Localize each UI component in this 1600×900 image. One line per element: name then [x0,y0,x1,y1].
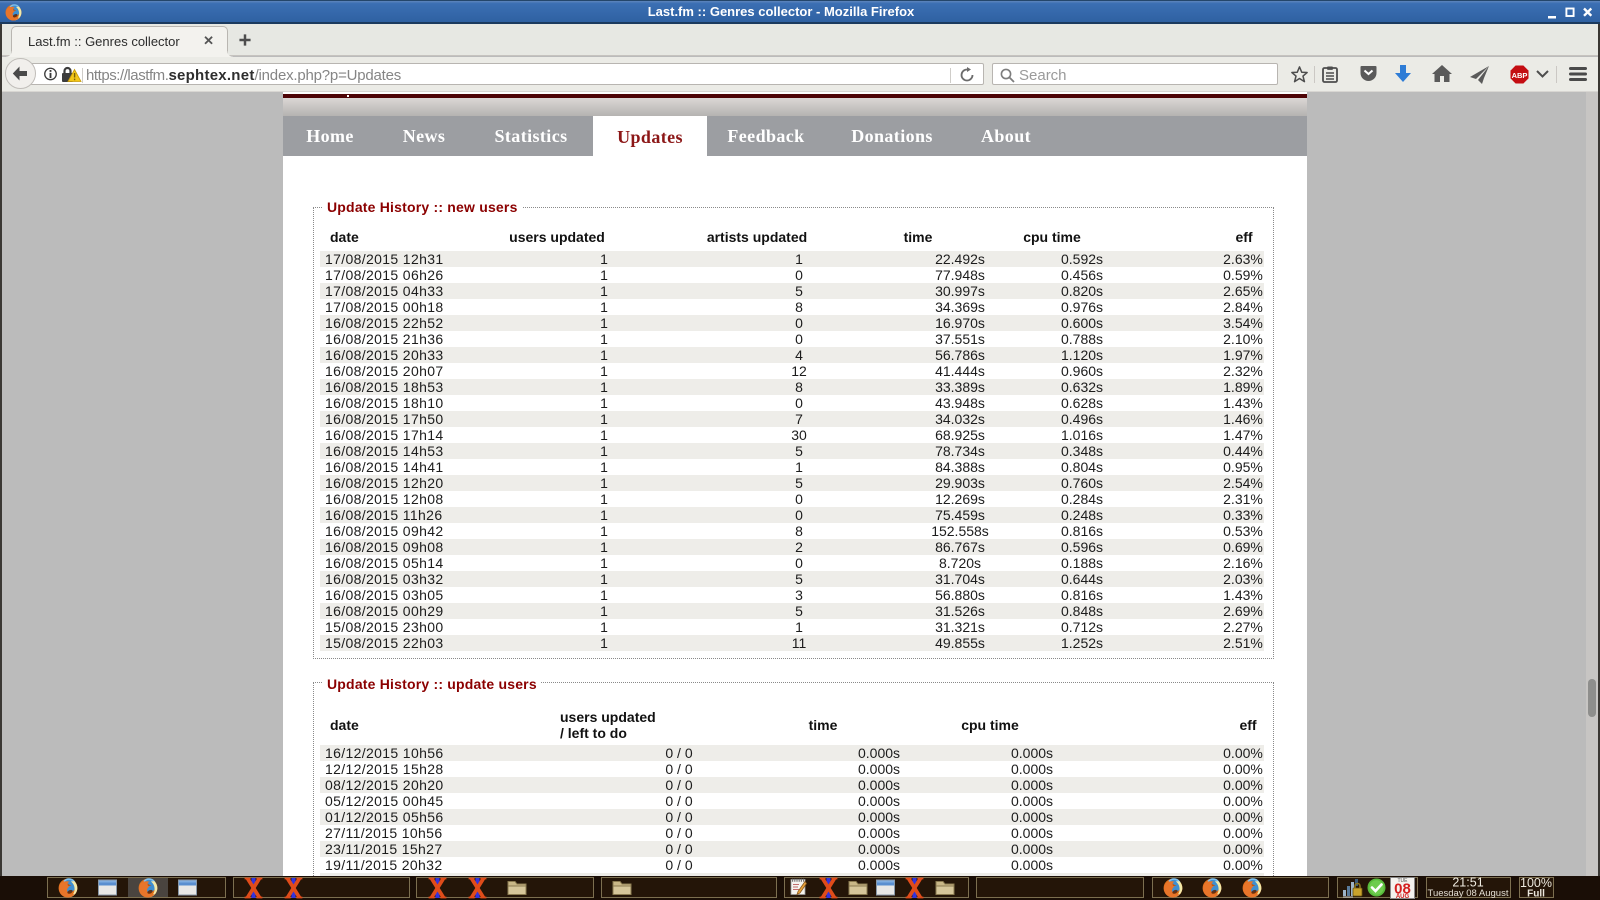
svg-text:ABP: ABP [1512,71,1528,80]
svg-text:AUG: AUG [1396,894,1410,900]
svg-text:Tuesday 08 August: Tuesday 08 August [1428,888,1509,899]
svg-text:Full: Full [1527,889,1545,900]
